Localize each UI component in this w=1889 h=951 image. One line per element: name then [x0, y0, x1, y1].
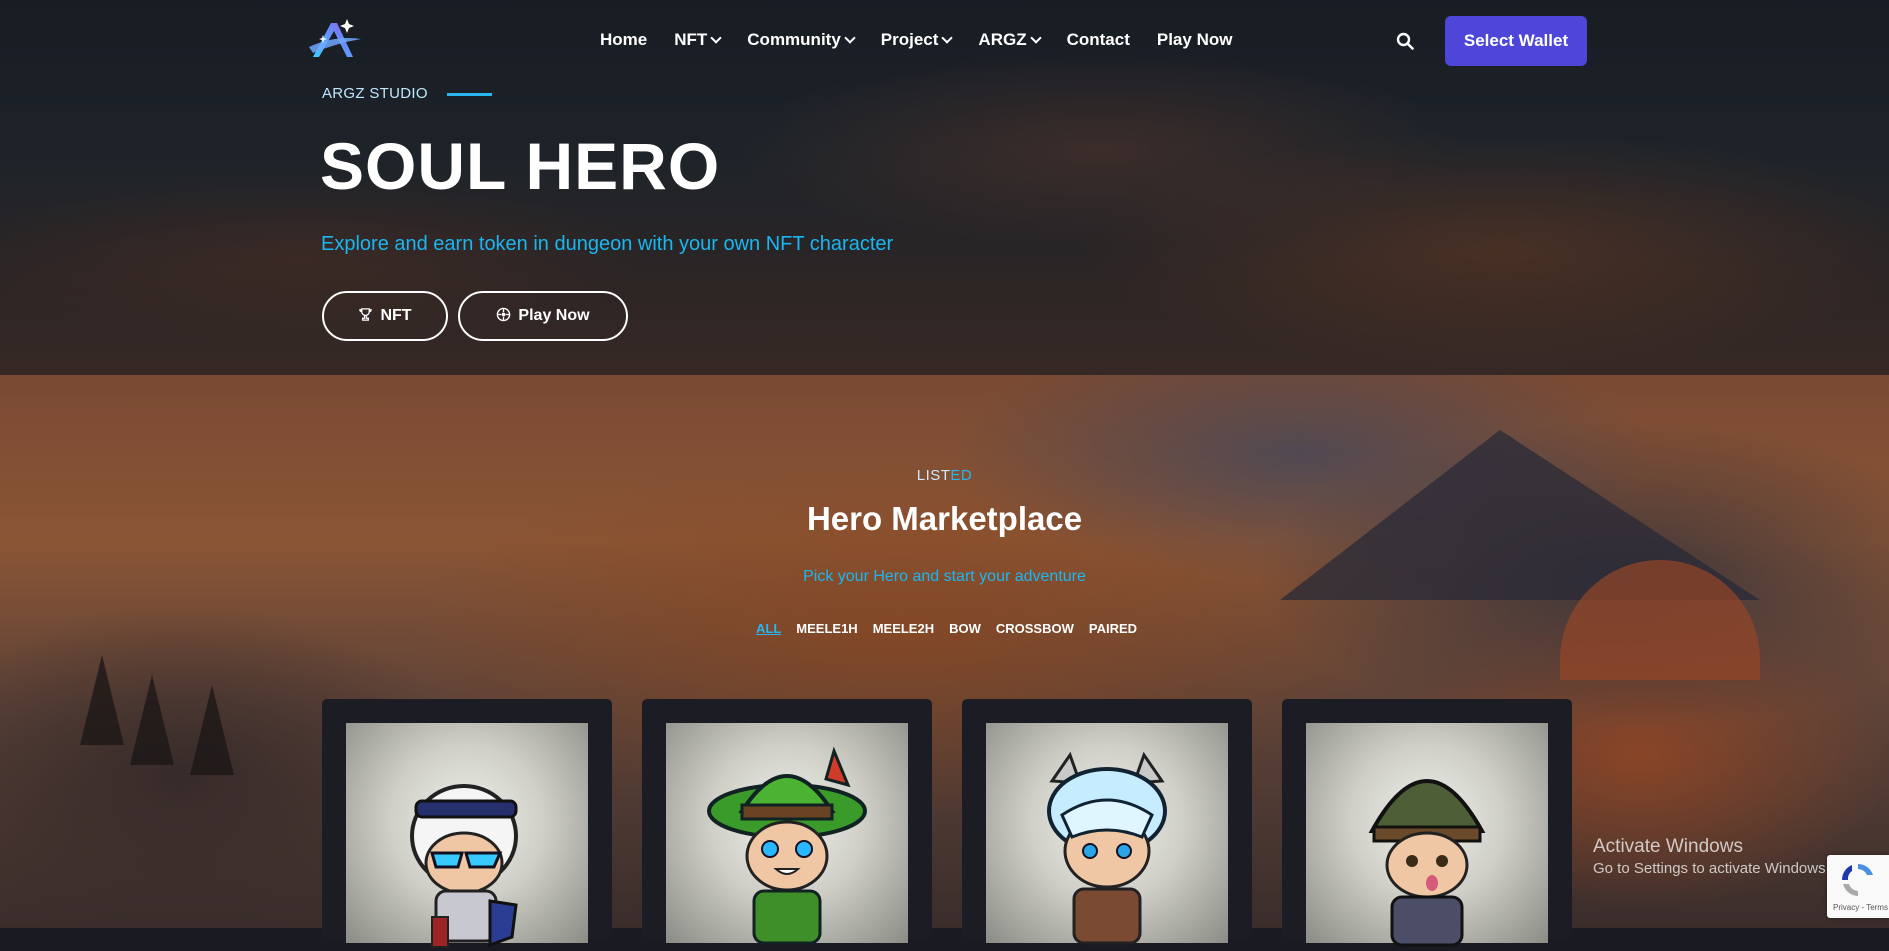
recaptcha-label: Privacy - Terms [1833, 903, 1888, 912]
hero-title: SOUL HERO [320, 129, 721, 203]
tree-silhouette [80, 655, 124, 745]
eyebrow-divider [447, 93, 492, 96]
tree-silhouette [190, 685, 234, 775]
search-icon[interactable] [1396, 32, 1414, 50]
hero-image-soldier [1306, 723, 1548, 947]
nav-item-contact[interactable]: Contact [1067, 30, 1130, 50]
nav-label: Project [880, 30, 939, 49]
filter-meele1h[interactable]: MEELE1H [796, 621, 857, 636]
nft-button-label: NFT [380, 307, 412, 324]
play-now-button[interactable]: Play Now [458, 291, 628, 341]
filter-bow[interactable]: BOW [949, 621, 981, 636]
filter-meele2h[interactable]: MEELE2H [873, 621, 934, 636]
chevron-down-icon [1029, 31, 1042, 44]
nft-button[interactable]: NFT [322, 291, 448, 341]
hero-card[interactable] [322, 699, 612, 948]
nav-label: NFT [674, 30, 708, 49]
hero-eyebrow: ARGZ STUDIO [322, 85, 428, 102]
top-navbar: Home NFT Community Project ARGZ Contact … [0, 0, 1889, 82]
chevron-down-icon [941, 31, 954, 44]
filter-paired[interactable]: PAIRED [1089, 621, 1137, 636]
recaptcha-icon [1841, 864, 1873, 896]
chevron-down-icon [844, 31, 856, 44]
hero-image-elf [986, 723, 1228, 945]
market-subtitle: Pick your Hero and start your adventure [803, 568, 1086, 585]
tree-silhouette [130, 675, 174, 765]
select-wallet-button[interactable]: Select Wallet [1445, 16, 1587, 66]
hero-subtitle: Explore and earn token in dungeon with y… [321, 233, 894, 255]
game-wheel-icon [496, 307, 511, 325]
chevron-down-icon [710, 31, 722, 44]
hero-card[interactable] [1282, 699, 1572, 947]
nav-label: Home [600, 30, 648, 49]
argz-logo-icon[interactable] [307, 17, 363, 61]
nav-label: ARGZ [978, 30, 1027, 49]
nav-item-home[interactable]: Home [600, 30, 647, 50]
trophy-icon [358, 307, 373, 325]
main-menu: Home NFT Community Project ARGZ Contact … [600, 30, 1259, 50]
play-now-button-label: Play Now [518, 307, 590, 324]
hero-image-archer [666, 723, 908, 945]
nav-label: Play Now [1156, 30, 1233, 49]
filter-crossbow[interactable]: CROSSBOW [996, 621, 1074, 636]
hero-image-knight [346, 723, 588, 948]
market-eyebrow-part: LIST [916, 467, 951, 484]
nav-item-play-now[interactable]: Play Now [1157, 30, 1233, 50]
hero-card[interactable] [962, 699, 1252, 945]
filter-all[interactable]: ALL [756, 621, 781, 636]
nav-item-project[interactable]: Project [880, 30, 954, 50]
activate-windows-subtitle: Go to Settings to activate Windows. [1593, 860, 1830, 877]
recaptcha-badge[interactable]: Privacy - Terms [1827, 855, 1889, 918]
activate-windows-title: Activate Windows [1593, 836, 1743, 857]
hero-card[interactable] [642, 699, 932, 945]
nav-label: Contact [1066, 30, 1130, 49]
nav-item-community[interactable]: Community [747, 30, 856, 50]
market-title: Hero Marketplace [806, 500, 1083, 537]
market-eyebrow-highlight: ED [950, 467, 973, 484]
activate-windows-watermark: Activate Windows Go to Settings to activ… [1593, 836, 1830, 877]
nav-item-nft[interactable]: NFT [674, 30, 722, 50]
nav-item-argz[interactable]: ARGZ [978, 30, 1042, 50]
nav-label: Community [747, 30, 841, 49]
market-eyebrow: LISTED [0, 467, 1889, 484]
hero-filter-tabs: ALL MEELE1H MEELE2H BOW CROSSBOW PAIRED [756, 621, 1152, 636]
